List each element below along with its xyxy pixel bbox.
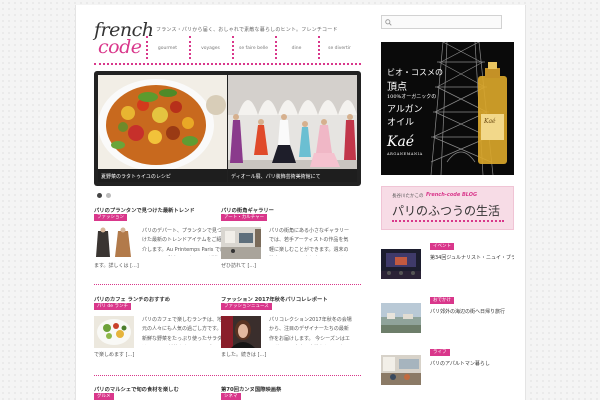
nav-item-voyages[interactable]: voyages [189, 36, 232, 59]
ad-subline: 100%オーガニックの [387, 94, 437, 100]
sidebar-category-badge[interactable]: おでかけ [430, 297, 454, 304]
post-title[interactable]: パリの街角ギャラリー [221, 206, 356, 213]
post-title[interactable]: ファッション 2017年秋冬パリコレレポート [221, 295, 356, 302]
sidebar-post-title[interactable]: パリのアパルトマン暮らし [430, 360, 514, 367]
post-title[interactable]: パリのマルシェで旬の食材を楽しむ [94, 385, 229, 392]
thumb-image-portrait [221, 316, 261, 348]
post-more-text: ます。詳しくは [94, 263, 129, 269]
blog-divider [392, 220, 504, 222]
post-excerpt: パリのデパート、プランタンで見つけた最新のトレンドアイテムをご紹介します。Au … [142, 228, 225, 253]
thumb-image-coast [381, 303, 421, 333]
slide-ratatouille[interactable]: 夏野菜のラタトゥイユのレシピ [98, 75, 227, 182]
logo-text-code: code [98, 36, 142, 58]
sidebar-thumbnail[interactable] [381, 355, 421, 385]
slider-dot-2[interactable] [106, 193, 111, 198]
post-card: ファッション 2017年秋冬パリコレレポート ファッションニュース パリコレクシ… [221, 295, 356, 370]
ad-headline-1: ビオ・コスメの [387, 68, 443, 77]
main-nav: gourmet voyages se faire belle dine se d… [146, 36, 361, 59]
read-more-link[interactable]: [...] [130, 263, 139, 269]
thumb-image-salad [94, 316, 134, 348]
sidebar-thumbnail[interactable] [381, 303, 421, 333]
post-card: パリのカフェ ランチのおすすめ パリ de ランチ パリのカフェで楽しむランチは… [94, 295, 229, 370]
post-more-line: ぜひ訪れて [...] [221, 262, 256, 269]
slide-caption: ディオール展、パリ装飾芸術美術館にて [228, 169, 357, 182]
ad-bottle-label: Kaé [484, 118, 496, 125]
post-excerpt: パリコレクション2017年秋冬の会場から、注目のデザイナーたちの最新作をお届けし… [269, 317, 352, 342]
row-divider [94, 375, 361, 376]
category-badge[interactable]: グルメ [94, 393, 114, 400]
sidebar-post[interactable]: おでかけ パリ郊外の海辺の街へ日帰り旅行 [381, 297, 514, 335]
slide-image-fashion [228, 75, 357, 182]
category-badge[interactable]: パリ de ランチ [94, 303, 131, 310]
category-badge[interactable]: アート・カルチャー [221, 214, 268, 221]
category-badge[interactable]: シネマ [221, 393, 241, 400]
post-thumbnail[interactable] [221, 316, 261, 348]
ad-banner-argan-oil[interactable]: ビオ・コスメの 頂点 100%オーガニックの アルガン オイル Kaé ARGA… [381, 42, 514, 175]
post-thumbnail[interactable] [221, 227, 261, 259]
search-box[interactable] [381, 15, 502, 29]
ad-brand-logo: Kaé [387, 134, 415, 150]
search-input[interactable] [394, 17, 498, 27]
post-thumbnail[interactable] [94, 316, 134, 348]
row-divider [94, 284, 361, 285]
sidebar-category-badge[interactable]: イベント [430, 243, 454, 250]
blog-banner[interactable]: 長谷川たかこの French-code BLOG パリのふつうの生活 [381, 186, 514, 230]
thumb-image-coats [94, 227, 134, 259]
thumb-image-gallery [221, 227, 261, 259]
sidebar-post-title[interactable]: 第34回ジュルナリスト・ニュイ・ブランシュ開催 [430, 254, 514, 261]
post-more-line: ます。詳しくは [...] [94, 262, 139, 269]
category-badge[interactable]: ファッションニュース [221, 303, 272, 310]
post-excerpt: パリのカフェで楽しむランチは、地元の人々にも人気の過ごし方です。 新鮮な野菜をた… [142, 317, 223, 342]
slider-pagination [97, 193, 111, 198]
thumb-image-event [381, 249, 421, 279]
post-more-line: で楽しめます [...] [94, 351, 134, 358]
post-card: パリのプランタンで見つけた最新トレンド ファッション パリのデパート、プランタン… [94, 206, 229, 281]
blog-title: パリのふつうの生活 [392, 204, 501, 218]
post-more-text: ました。続きは [221, 352, 257, 358]
read-more-link[interactable]: [...] [247, 263, 256, 269]
page-container: french code フランス・パリから届く、おしゃれで素敵な暮らしのヒント。… [75, 5, 526, 400]
slider-dot-1[interactable] [97, 193, 102, 198]
post-more-line: ました。続きは [...] [221, 351, 266, 358]
post-title[interactable]: パリのカフェ ランチのおすすめ [94, 295, 229, 302]
post-more-text: で楽しめます [94, 352, 125, 358]
sidebar-thumbnail[interactable] [381, 249, 421, 279]
post-card: 第70回カンヌ国際映画祭 シネマ [221, 385, 356, 400]
nav-item-se-divertir[interactable]: se divertir [318, 36, 361, 59]
ad-product-2: オイル [387, 118, 415, 128]
read-more-link[interactable]: [...] [126, 352, 135, 358]
header-divider [94, 63, 361, 65]
post-more-text: ぜひ訪れて [221, 263, 246, 269]
category-badge[interactable]: ファッション [94, 214, 127, 221]
sidebar-post-title[interactable]: パリ郊外の海辺の街へ日帰り旅行 [430, 308, 514, 315]
ad-product-1: アルガン [387, 105, 423, 115]
post-title[interactable]: パリのプランタンで見つけた最新トレンド [94, 206, 229, 213]
sidebar-post[interactable]: イベント 第34回ジュルナリスト・ニュイ・ブランシュ開催 [381, 243, 514, 281]
post-card: パリの街角ギャラリー アート・カルチャー パリの街角にある小さなギャラリーでは、… [221, 206, 356, 281]
nav-item-dine[interactable]: dine [275, 36, 318, 59]
site-tagline: フランス・パリから届く、おしゃれで素敵な暮らしのヒント。フレンチコード [156, 27, 338, 33]
nav-item-se-faire-belle[interactable]: se faire belle [232, 36, 275, 59]
slide-dior-exhibition[interactable]: ディオール展、パリ装飾芸術美術館にて [228, 75, 357, 182]
post-excerpt: パリの街角にある小さなギャラリーでは、若手アーティストの作品を気軽に楽しむことが… [269, 228, 350, 253]
featured-slider: 夏野菜のラタトゥイユのレシピ ディオール展、パリ装飾芸術美術館にて [94, 71, 361, 186]
ad-headline-2: 頂点 [387, 82, 407, 93]
slide-caption: 夏野菜のラタトゥイユのレシピ [98, 169, 227, 182]
blog-name: French-code BLOG [426, 192, 478, 198]
post-thumbnail[interactable] [94, 227, 134, 259]
search-icon [385, 19, 392, 26]
slide-image-vegetables [98, 75, 227, 182]
nav-item-gourmet[interactable]: gourmet [146, 36, 189, 59]
ad-brand-sub: ARGANEMANIA [387, 152, 423, 156]
blog-author: 長谷川たかこの [392, 194, 424, 199]
site-logo[interactable]: french code [94, 21, 154, 61]
sidebar-category-badge[interactable]: ライフ [430, 349, 450, 356]
post-title[interactable]: 第70回カンヌ国際映画祭 [221, 385, 356, 392]
read-more-link[interactable]: [...] [258, 352, 267, 358]
thumb-image-apartment [381, 355, 421, 385]
sidebar-post[interactable]: ライフ パリのアパルトマン暮らし [381, 349, 514, 387]
post-card: パリのマルシェで旬の食材を楽しむ グルメ [94, 385, 229, 400]
